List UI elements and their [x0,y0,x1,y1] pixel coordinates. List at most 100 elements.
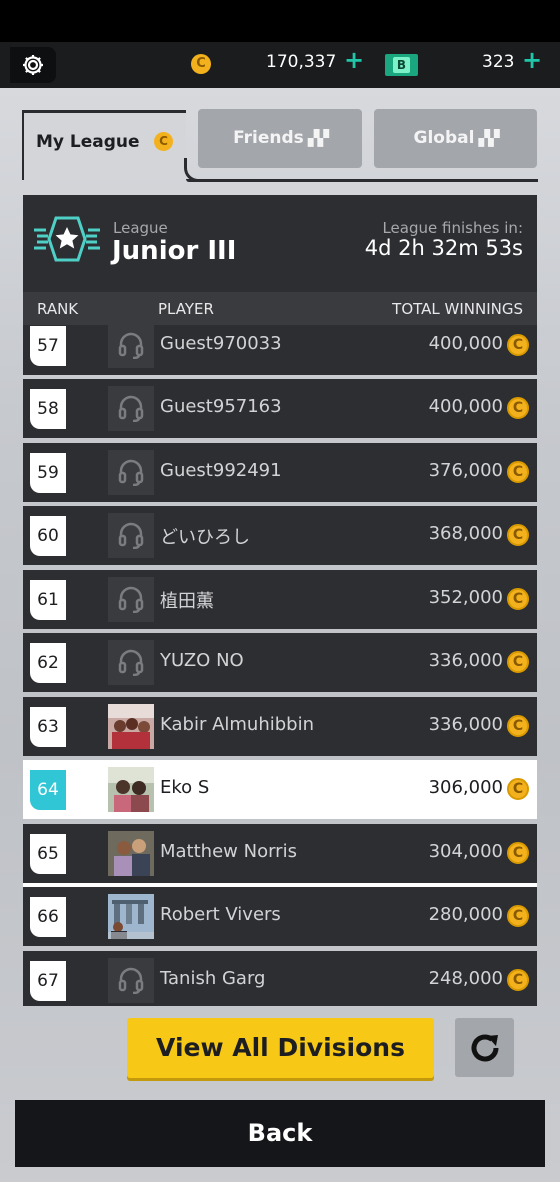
coin-balance: 170,337 [266,52,337,72]
tab-label: Friends [233,128,304,148]
bucks-icon: B [385,54,418,76]
player-name: どいひろし [160,527,250,548]
leaderboard-list[interactable]: 57 Guest970033 400,000 C 58 Guest957163 … [23,325,537,1006]
player-winnings: 304,000 [428,841,503,862]
table-row[interactable]: 63 Kabir Almuhibbin 336,000 C [23,697,537,756]
player-name: Matthew Norris [160,841,297,862]
avatar [108,577,154,622]
table-row[interactable]: 60 どいひろし 368,000 C [23,506,537,565]
table-row[interactable]: 57 Guest970033 400,000 C [23,325,537,375]
league-name: Junior III [112,236,237,266]
table-header: RANK PLAYER TOTAL WINNINGS [23,292,537,325]
coin-icon: C [507,715,529,737]
gear-icon [23,55,43,75]
checkered-flag-icon: ▞▞ [478,129,499,147]
headset-icon [118,459,144,486]
profile-photo [108,894,154,939]
leaderboard-screen: My League C Friends ▞▞ Global ▞▞ League Ju… [0,88,560,1182]
player-winnings: 280,000 [428,904,503,925]
coin-icon: C [507,778,529,800]
headset-icon [118,649,144,676]
player-winnings: 336,000 [428,714,503,735]
headset-icon [118,522,144,549]
rank-badge: 58 [30,389,66,429]
avatar [108,450,154,495]
avatar [108,831,154,876]
table-row[interactable]: 61 植田薫 352,000 C [23,570,537,629]
avatar [108,958,154,1003]
avatar [108,386,154,431]
rank-badge: 64 [30,770,66,810]
league-header: League Junior III League finishes in: 4d… [23,195,537,292]
buy-bucks-button[interactable]: + [522,46,542,74]
rank-badge: 65 [30,834,66,874]
currency-bar: C 170,337 + B 323 + [0,42,560,88]
headset-icon [118,967,144,994]
coin-icon: C [507,461,529,483]
avatar [108,704,154,749]
table-row[interactable]: 67 Tanish Garg 248,000 C [23,951,537,1006]
checkered-flag-icon: ▞▞ [307,129,329,147]
player-winnings: 336,000 [428,650,503,671]
rank-badge: 57 [30,326,66,366]
avatar [108,767,154,812]
player-winnings: 368,000 [428,523,503,544]
avatar [108,325,154,368]
coin-icon: C [154,132,173,151]
league-finish-label: League finishes in: [382,219,523,237]
bucks-balance: 323 [482,52,515,72]
avatar [108,894,154,939]
coin-icon: C [507,524,529,546]
coin-icon: C [507,651,529,673]
tab-global[interactable]: Global ▞▞ [374,109,537,168]
player-winnings: 306,000 [428,777,503,798]
avatar [108,640,154,685]
tab-friends[interactable]: Friends ▞▞ [198,109,362,168]
table-row[interactable]: 59 Guest992491 376,000 C [23,443,537,502]
coin-icon: C [191,54,211,74]
league-label: League [113,219,168,237]
rank-badge: 63 [30,707,66,747]
rank-badge: 62 [30,643,66,683]
buy-coins-button[interactable]: + [344,46,364,74]
profile-photo [108,831,154,876]
player-name: Robert Vivers [160,904,281,925]
player-name: Kabir Almuhibbin [160,714,314,735]
view-all-divisions-button[interactable]: View All Divisions [127,1018,434,1078]
settings-button[interactable] [10,47,56,83]
refresh-icon [471,1034,499,1062]
player-winnings: 400,000 [428,333,503,354]
headset-icon [118,586,144,613]
column-player: PLAYER [158,300,214,318]
coin-icon: C [507,842,529,864]
headset-icon [118,395,144,422]
table-row-current-player[interactable]: 64 Eko S 306,000 C [23,760,537,819]
back-button[interactable]: Back [15,1100,545,1167]
rank-badge: 60 [30,516,66,556]
column-rank: RANK [37,300,79,318]
tab-label: My League [36,132,140,152]
tab-label: Global [413,128,475,148]
headset-icon [118,332,144,359]
rank-badge: 67 [30,961,66,1001]
profile-photo [108,767,154,812]
table-row[interactable]: 66 Robert Vivers 280,000 C [23,887,537,946]
refresh-button[interactable] [455,1018,514,1077]
tab-underline [186,179,538,182]
tab-my-league[interactable]: My League C [22,110,186,180]
player-winnings: 376,000 [428,460,503,481]
player-name: Guest957163 [160,396,282,417]
coin-icon: C [507,905,529,927]
coin-icon: C [507,588,529,610]
coin-icon: C [507,969,529,991]
league-countdown: 4d 2h 32m 53s [364,236,523,260]
table-row[interactable]: 58 Guest957163 400,000 C [23,379,537,438]
table-row[interactable]: 65 Matthew Norris 304,000 C [23,824,537,883]
coin-icon: C [507,397,529,419]
avatar [108,513,154,558]
profile-photo [108,704,154,749]
rank-badge: 59 [30,453,66,493]
table-row[interactable]: 62 YUZO NO 336,000 C [23,633,537,692]
player-name: Guest970033 [160,333,282,354]
player-name: Tanish Garg [160,968,266,989]
